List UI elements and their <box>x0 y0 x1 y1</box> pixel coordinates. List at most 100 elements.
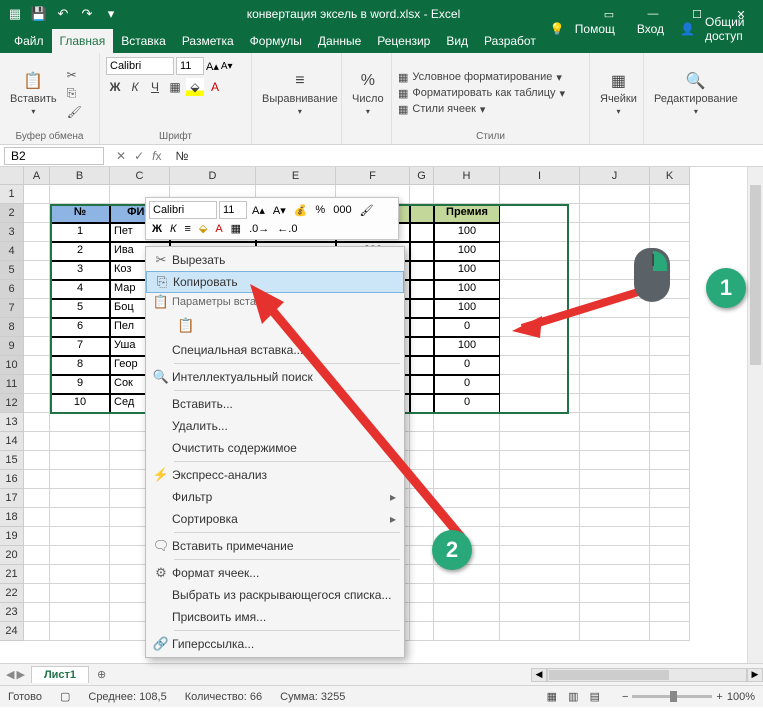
cell[interactable]: 4 <box>50 280 110 299</box>
cell[interactable]: 6 <box>50 318 110 337</box>
cell[interactable]: 5 <box>50 299 110 318</box>
sheet-tab-1[interactable]: Лист1 <box>31 666 89 683</box>
cell[interactable] <box>500 394 580 413</box>
row-header[interactable]: 2 <box>0 204 24 223</box>
cell[interactable] <box>410 603 434 622</box>
cell[interactable] <box>410 546 434 565</box>
cell[interactable] <box>410 413 434 432</box>
cell[interactable] <box>650 565 690 584</box>
redo-icon[interactable]: ↷ <box>78 5 96 23</box>
hscroll-thumb[interactable] <box>549 670 669 680</box>
font-size-select[interactable] <box>176 57 204 75</box>
cell[interactable]: 100 <box>434 242 500 261</box>
ctx-clear[interactable]: Очистить содержимое <box>146 437 404 459</box>
cell[interactable] <box>500 375 580 394</box>
cell[interactable] <box>50 584 110 603</box>
cell[interactable] <box>50 432 110 451</box>
cell[interactable]: 0 <box>434 356 500 375</box>
ctx-format-cells[interactable]: ⚙Формат ячеек... <box>146 562 404 584</box>
ctx-paste-special[interactable]: Специальная вставка... <box>146 339 404 361</box>
row-header[interactable]: 11 <box>0 375 24 394</box>
cell[interactable] <box>24 299 50 318</box>
column-header[interactable]: A <box>24 167 50 185</box>
ctx-comment[interactable]: 🗨Вставить примечание <box>146 535 404 557</box>
cell[interactable]: № <box>50 204 110 223</box>
row-header[interactable]: 3 <box>0 223 24 242</box>
column-header[interactable]: K <box>650 167 690 185</box>
cell[interactable] <box>24 603 50 622</box>
cell[interactable] <box>410 299 434 318</box>
tab-file[interactable]: Файл <box>6 29 52 53</box>
cell[interactable] <box>580 622 650 641</box>
cell[interactable] <box>434 603 500 622</box>
column-header[interactable]: E <box>256 167 336 185</box>
mini-border-icon[interactable]: ▦ <box>228 221 244 236</box>
mini-font-color-icon[interactable]: A <box>212 222 225 236</box>
cell[interactable] <box>24 337 50 356</box>
cell[interactable] <box>410 375 434 394</box>
cell[interactable] <box>50 489 110 508</box>
cell[interactable] <box>500 280 580 299</box>
zoom-out-icon[interactable]: − <box>622 691 628 703</box>
cell[interactable] <box>650 337 690 356</box>
row-header[interactable]: 7 <box>0 299 24 318</box>
mini-font-name[interactable] <box>149 201 217 219</box>
vertical-scrollbar[interactable] <box>747 167 763 663</box>
cell[interactable] <box>410 394 434 413</box>
cell[interactable]: 100 <box>434 280 500 299</box>
cell[interactable] <box>410 565 434 584</box>
shrink-font-icon[interactable]: A▾ <box>221 61 233 72</box>
cell[interactable]: 8 <box>50 356 110 375</box>
cell[interactable] <box>24 204 50 223</box>
cell[interactable] <box>580 451 650 470</box>
cell[interactable] <box>24 546 50 565</box>
hscroll-right-icon[interactable]: ▶ <box>747 668 763 682</box>
enter-formula-icon[interactable]: ✓ <box>134 149 144 163</box>
ctx-quick-analysis[interactable]: ⚡Экспресс-анализ <box>146 464 404 486</box>
cell[interactable] <box>650 299 690 318</box>
cell[interactable] <box>500 299 580 318</box>
mini-comma-icon[interactable]: 000 <box>330 203 354 217</box>
cell[interactable] <box>650 356 690 375</box>
cell[interactable] <box>650 394 690 413</box>
cell[interactable] <box>650 489 690 508</box>
alignment-button[interactable]: ≡ Выравнивание ▾ <box>258 69 342 118</box>
cell[interactable] <box>500 337 580 356</box>
cell[interactable] <box>410 527 434 546</box>
cell[interactable] <box>580 470 650 489</box>
underline-button[interactable]: Ч <box>146 78 164 96</box>
cell[interactable] <box>50 565 110 584</box>
mini-fill-color-icon[interactable]: ⬙ <box>196 221 210 236</box>
cell[interactable] <box>50 185 110 204</box>
vscroll-thumb[interactable] <box>750 185 761 365</box>
cell[interactable] <box>580 489 650 508</box>
row-header[interactable]: 5 <box>0 261 24 280</box>
cell[interactable] <box>24 527 50 546</box>
cell[interactable] <box>50 470 110 489</box>
cell[interactable] <box>410 261 434 280</box>
border-button[interactable]: ▦ <box>166 78 184 96</box>
qat-more-icon[interactable]: ▾ <box>102 5 120 23</box>
cell[interactable]: 9 <box>50 375 110 394</box>
cell[interactable]: 2 <box>50 242 110 261</box>
row-header[interactable]: 15 <box>0 451 24 470</box>
cell[interactable]: Премия <box>434 204 500 223</box>
cell[interactable] <box>500 432 580 451</box>
view-page-layout-icon[interactable]: ▥ <box>564 691 582 703</box>
ctx-hyperlink[interactable]: 🔗Гиперссылка... <box>146 633 404 655</box>
paste-option-default-icon[interactable]: 📋 <box>174 313 198 337</box>
cell[interactable] <box>24 565 50 584</box>
cell[interactable] <box>580 527 650 546</box>
cell[interactable] <box>500 356 580 375</box>
cell[interactable] <box>580 318 650 337</box>
cell[interactable] <box>24 375 50 394</box>
cell[interactable] <box>24 584 50 603</box>
cell[interactable] <box>650 451 690 470</box>
zoom-level[interactable]: 100% <box>727 691 755 703</box>
zoom-slider[interactable] <box>632 695 712 698</box>
cell[interactable] <box>50 451 110 470</box>
cell[interactable] <box>434 508 500 527</box>
bold-button[interactable]: Ж <box>106 78 124 96</box>
ctx-dropdown[interactable]: Выбрать из раскрывающегося списка... <box>146 584 404 606</box>
row-header[interactable]: 21 <box>0 565 24 584</box>
